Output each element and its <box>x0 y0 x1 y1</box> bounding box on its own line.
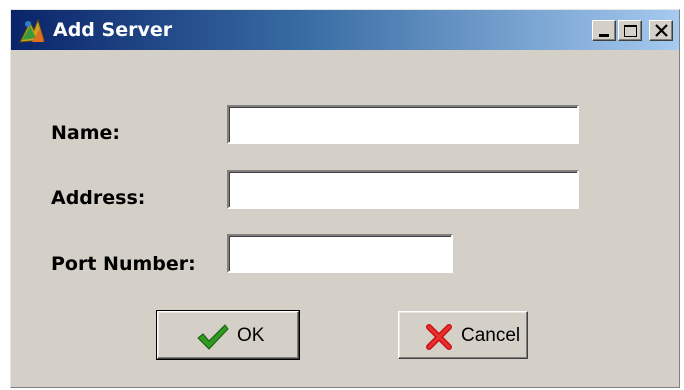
ok-button-label: OK <box>237 325 265 346</box>
minimize-icon <box>599 34 609 37</box>
close-button[interactable] <box>649 20 673 41</box>
name-label: Name: <box>51 122 121 144</box>
port-number-label: Port Number: <box>51 253 196 275</box>
port-number-input[interactable] <box>227 234 453 273</box>
maximize-button[interactable] <box>618 20 642 41</box>
checkmark-icon <box>196 323 230 356</box>
app-server-icon <box>16 16 48 46</box>
address-input[interactable] <box>227 170 579 209</box>
minimize-button[interactable] <box>592 20 616 41</box>
close-icon <box>655 24 668 37</box>
ok-button[interactable]: OK <box>156 310 300 360</box>
window-title: Add Server <box>53 19 173 41</box>
address-label: Address: <box>51 187 146 209</box>
cancel-button[interactable]: Cancel <box>398 311 528 359</box>
add-server-dialog: Add Server Name: Address: Port Number: O… <box>10 9 680 388</box>
maximize-icon <box>624 25 637 37</box>
red-x-icon <box>425 323 453 356</box>
name-input[interactable] <box>227 105 579 144</box>
title-bar[interactable]: Add Server <box>11 10 679 50</box>
cancel-button-label: Cancel <box>461 325 521 346</box>
